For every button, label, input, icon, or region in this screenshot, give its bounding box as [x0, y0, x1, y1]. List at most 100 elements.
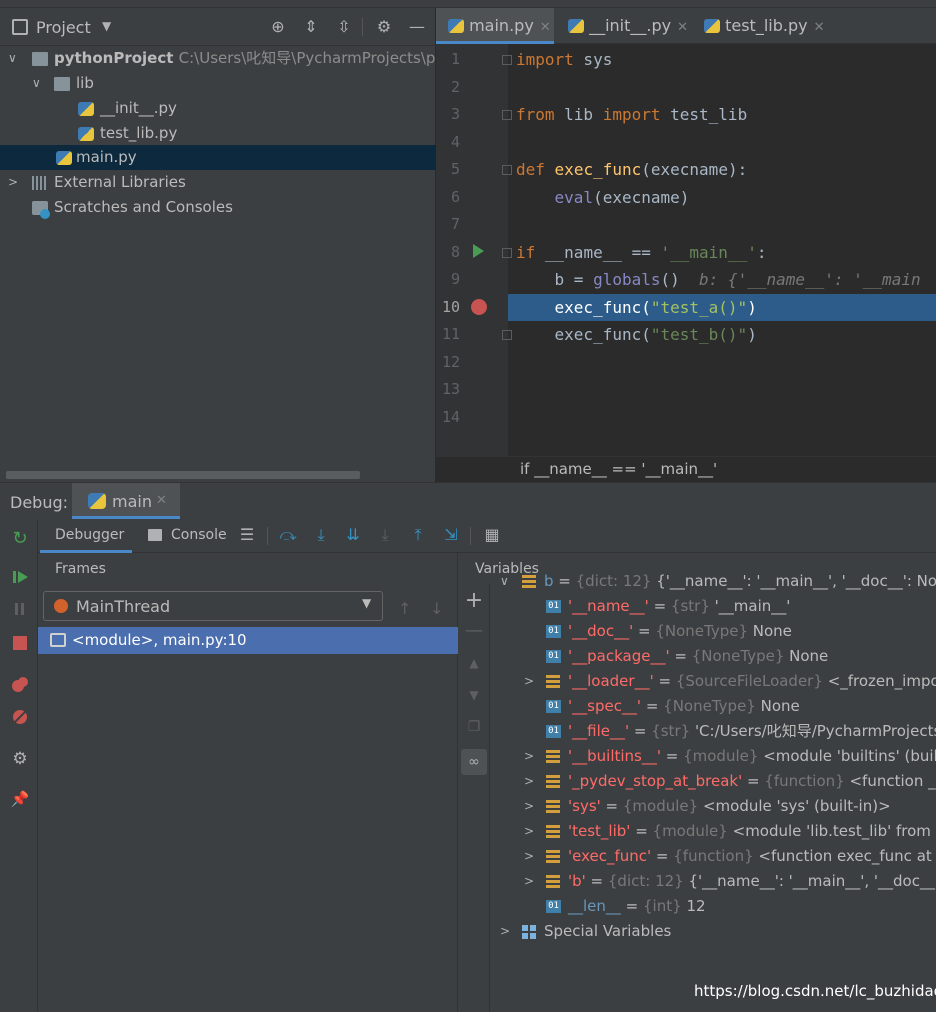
tab-debug-main[interactable]: main ✕	[72, 483, 180, 519]
thread-selector[interactable]: MainThread ▼	[43, 591, 383, 621]
close-icon[interactable]: ✕	[156, 493, 167, 508]
chevron-down-icon[interactable]: ∨	[8, 46, 17, 71]
chevron-right-icon[interactable]: >	[524, 669, 534, 694]
step-over-icon[interactable]: ⤼	[279, 526, 297, 544]
code-line-10[interactable]: exec_func("test_a()")	[516, 294, 757, 321]
copy-icon[interactable]: ❐	[464, 717, 484, 737]
code-text: test_lib	[660, 105, 748, 124]
chevron-right-icon[interactable]: >	[500, 919, 510, 944]
fold-marker-icon[interactable]	[502, 248, 512, 258]
chevron-right-icon[interactable]: >	[524, 769, 534, 794]
pause-icon[interactable]	[10, 599, 30, 619]
variable-row[interactable]: > 'exec_func' = {function} <function exec…	[490, 844, 936, 869]
move-down-icon[interactable]: ▼	[464, 685, 484, 705]
chevron-right-icon[interactable]: >	[524, 744, 534, 769]
variable-row[interactable]: > 'sys' = {module} <module 'sys' (built-i…	[490, 794, 936, 819]
code-line-9[interactable]: b = globals() b: {'__name__': '__main	[516, 266, 921, 293]
tab-test-lib-py[interactable]: test_lib.py ✕	[692, 8, 832, 44]
code-line-8[interactable]: if __name__ == '__main__':	[516, 239, 766, 266]
gear-icon[interactable]: ⚙	[10, 749, 30, 769]
move-up-icon[interactable]: ▲	[464, 653, 484, 673]
view-breakpoints-icon[interactable]	[10, 675, 30, 695]
tab-init-py[interactable]: __init__.py ✕	[556, 8, 692, 44]
rerun-icon[interactable]: ↻	[10, 529, 30, 549]
variable-row[interactable]: 01 '__package__' = {NoneType} None	[490, 644, 936, 669]
line-number: 13	[441, 380, 460, 398]
breadcrumb[interactable]: if __name__ == '__main__'	[436, 456, 936, 482]
breakpoint-icon[interactable]	[471, 299, 487, 315]
run-to-cursor-icon[interactable]: ⇲	[442, 526, 460, 544]
run-gutter-icon[interactable]	[473, 244, 484, 258]
remove-watch-icon[interactable]: —	[464, 621, 484, 641]
step-into-icon[interactable]: ⤓	[312, 526, 330, 544]
stop-icon[interactable]	[10, 633, 30, 653]
special-variables-row[interactable]: > Special Variables	[490, 919, 936, 944]
breadcrumb-item[interactable]: if __name__ == '__main__'	[520, 460, 717, 478]
code-line-1[interactable]: import sys	[516, 46, 612, 73]
tree-item-scratches[interactable]: Scratches and Consoles	[0, 195, 436, 220]
fold-marker-icon[interactable]	[502, 55, 512, 65]
horizontal-scrollbar[interactable]	[6, 471, 360, 479]
chevron-right-icon[interactable]: >	[524, 819, 534, 844]
arrow-down-icon[interactable]: ↓	[430, 599, 443, 618]
show-watches-icon[interactable]: ∞	[461, 749, 487, 775]
variable-row[interactable]: 01 '__name__' = {str} '__main__'	[490, 594, 936, 619]
tab-console[interactable]: Console	[171, 527, 227, 543]
variable-row[interactable]: > 'test_lib' = {module} <module 'lib.test…	[490, 819, 936, 844]
variable-row[interactable]: > '_pydev_stop_at_break' = {function} <fu…	[490, 769, 936, 794]
step-into-my-code-icon[interactable]: ⇊	[344, 526, 362, 544]
code-line-11[interactable]: exec_func("test_b()")	[516, 321, 757, 348]
mute-breakpoints-icon[interactable]	[10, 707, 30, 727]
menu-icon[interactable]: ☰	[238, 526, 256, 544]
evaluate-expression-icon[interactable]: ▦	[483, 526, 501, 544]
variable-row[interactable]: > '__loader__' = {SourceFileLoader} <_fro…	[490, 669, 936, 694]
code-line-3[interactable]: from lib import test_lib	[516, 101, 747, 128]
chevron-right-icon[interactable]: >	[8, 170, 18, 195]
close-icon[interactable]: ✕	[540, 20, 551, 35]
tree-item-external-libraries[interactable]: > External Libraries	[0, 170, 436, 195]
gear-icon[interactable]: ⚙	[374, 17, 394, 37]
chevron-down-icon[interactable]: ∨	[500, 569, 509, 594]
chevron-down-icon[interactable]: ∨	[32, 71, 41, 96]
variable-row[interactable]: > '__builtins__' = {module} <module 'buil…	[490, 744, 936, 769]
code-line-6[interactable]: eval(execname)	[516, 184, 690, 211]
tree-item-main-py[interactable]: main.py	[0, 145, 436, 170]
variable-row[interactable]: 01 '__file__' = {str} 'C:/Users/叱知导/Pycha…	[490, 719, 936, 744]
fold-marker-icon[interactable]	[502, 165, 512, 175]
tree-item-lib[interactable]: ∨ lib	[0, 71, 436, 96]
tree-item-init-py[interactable]: __init__.py	[0, 96, 436, 121]
add-watch-icon[interactable]: +	[464, 590, 484, 612]
chevron-right-icon[interactable]: >	[524, 869, 534, 894]
pin-icon[interactable]: 📌	[10, 789, 30, 809]
tab-main-py[interactable]: main.py ✕	[436, 8, 554, 44]
code-line-5[interactable]: def exec_func(execname):	[516, 156, 747, 183]
close-icon[interactable]: ✕	[814, 20, 825, 35]
tree-item-test-lib-py[interactable]: test_lib.py	[0, 121, 436, 146]
value-icon: 01	[546, 700, 561, 713]
variable-row[interactable]: 01 '__spec__' = {NoneType} None	[490, 694, 936, 719]
fold-marker-icon[interactable]	[502, 330, 512, 340]
locate-file-icon[interactable]: ⊕	[268, 17, 288, 37]
force-step-into-icon[interactable]: ⤓	[376, 526, 394, 544]
tab-debugger[interactable]: Debugger	[55, 527, 124, 543]
chevron-down-icon[interactable]: ▼	[362, 596, 371, 610]
expand-all-icon[interactable]: ⇕	[301, 17, 321, 37]
frame-item[interactable]: <module>, main.py:10	[38, 627, 458, 654]
variable-row[interactable]: ∨ b = {dict: 12} {'__name__': '__main__',…	[490, 569, 936, 594]
step-out-icon[interactable]: ⤒	[409, 526, 427, 544]
variable-row[interactable]: 01 '__doc__' = {NoneType} None	[490, 619, 936, 644]
variable-row[interactable]: > 'b' = {dict: 12} {'__name__': '__main__…	[490, 869, 936, 894]
close-icon[interactable]: ✕	[677, 20, 688, 35]
variable-value: 'C:/Users/叱知导/PycharmProjects/py	[694, 722, 936, 740]
chevron-down-icon[interactable]: ▼	[102, 19, 111, 33]
arrow-up-icon[interactable]: ↑	[398, 599, 411, 618]
fold-marker-icon[interactable]	[502, 110, 512, 120]
variable-row[interactable]: 01 __len__ = {int} 12	[490, 894, 936, 919]
tree-item-pythonproject[interactable]: ∨ pythonProject C:\Users\叱知导\PycharmProj…	[0, 46, 436, 71]
project-view-selector[interactable]: Project	[36, 18, 91, 37]
collapse-all-icon[interactable]: ⇳	[334, 17, 354, 37]
minimize-icon[interactable]: —	[407, 17, 427, 37]
chevron-right-icon[interactable]: >	[524, 844, 534, 869]
chevron-right-icon[interactable]: >	[524, 794, 534, 819]
resume-icon[interactable]	[10, 567, 30, 587]
